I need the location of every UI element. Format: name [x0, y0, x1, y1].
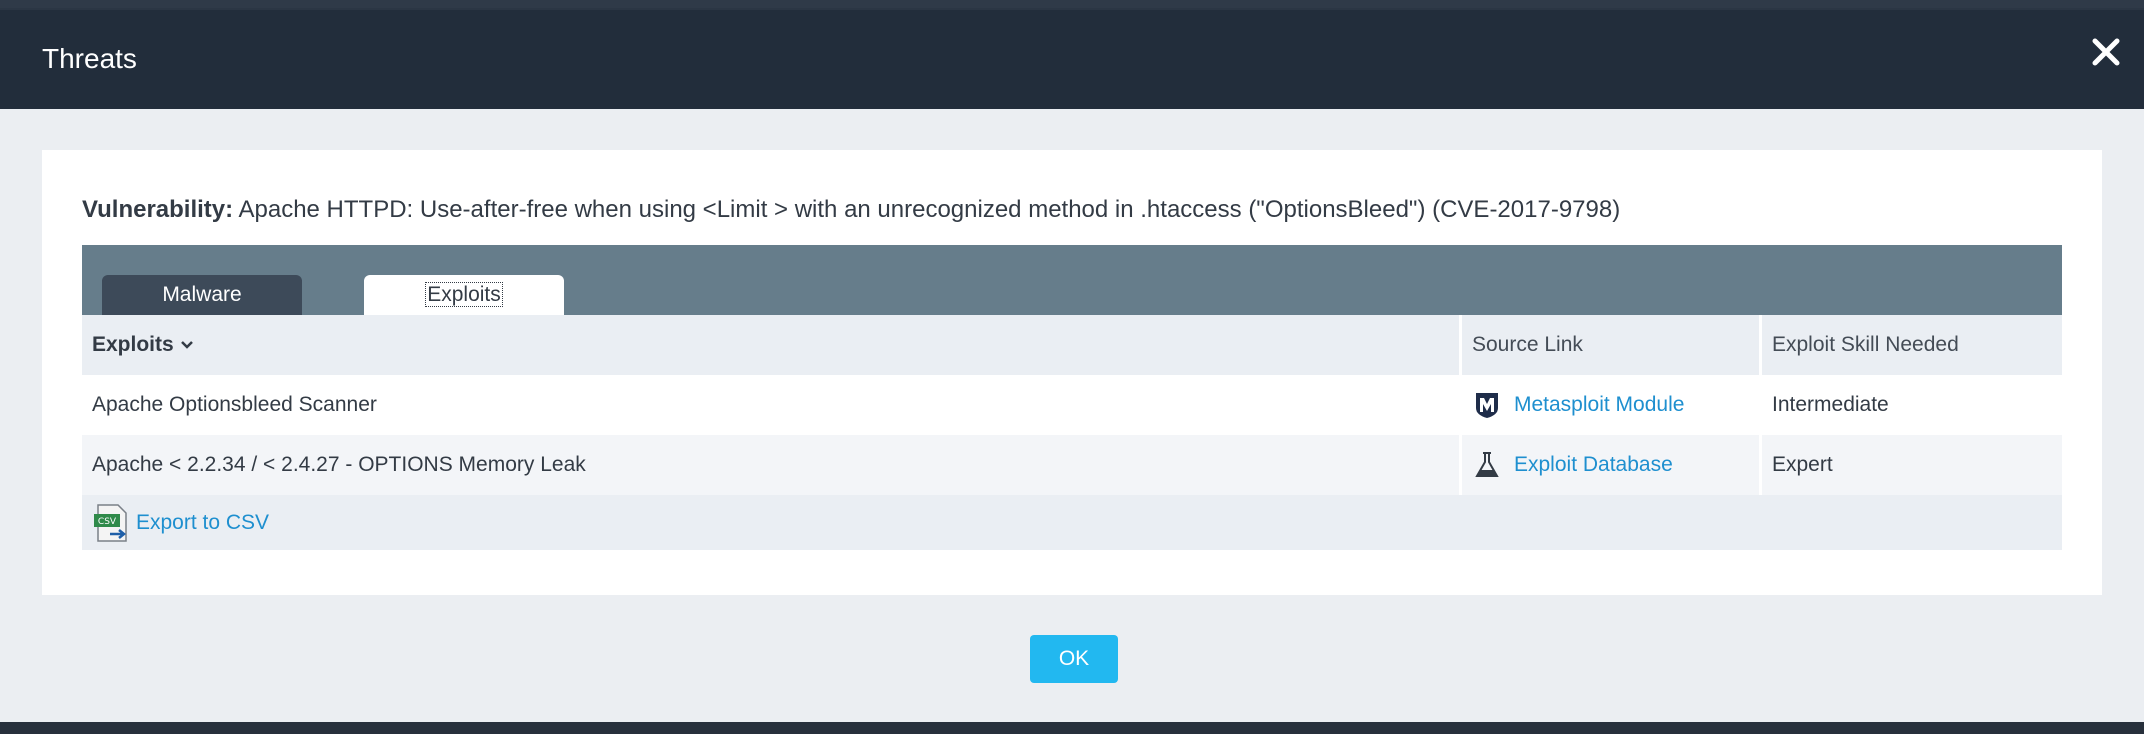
column-header-exploits[interactable]: Exploits [82, 315, 1462, 375]
column-header-source-link[interactable]: Source Link [1462, 315, 1762, 375]
column-header-skill[interactable]: Exploit Skill Needed [1762, 315, 2056, 375]
ok-button[interactable]: OK [1030, 635, 1118, 683]
skill-level: Expert [1772, 453, 1833, 476]
table-header: Exploits Source Link Exploit Skill Neede… [82, 315, 2062, 375]
close-icon [2092, 38, 2120, 66]
tab-malware[interactable]: Malware [102, 275, 302, 315]
table-row: Apache < 2.2.34 / < 2.4.27 - OPTIONS Mem… [82, 435, 2062, 495]
vulnerability-line: Vulnerability: Apache HTTPD: Use-after-f… [82, 193, 1620, 227]
exploits-table: Exploits Source Link Exploit Skill Neede… [82, 315, 2062, 550]
source-link-cell: Exploit Database [1462, 435, 1762, 495]
csv-file-icon: CSV [94, 503, 127, 542]
table-row: Apache Optionsbleed Scanner Metasploit M… [82, 375, 2062, 435]
exploit-db-icon [1475, 452, 1499, 477]
table-footer: CSV Export to CSV [82, 495, 2062, 550]
skill-level: Intermediate [1772, 393, 1889, 416]
content-panel: Vulnerability: Apache HTTPD: Use-after-f… [42, 150, 2102, 595]
dialog-title: Threats [42, 43, 137, 74]
exploit-database-link[interactable]: Exploit Database [1514, 453, 1673, 477]
background-bottom [0, 722, 2144, 734]
tab-bar: Malware Exploits [82, 245, 2062, 315]
tab-exploits-label: Exploits [425, 282, 503, 307]
dialog-header: Threats [0, 10, 2144, 109]
chevron-down-icon [180, 341, 193, 349]
threats-dialog: Threats Vulnerability: Apache HTTPD: Use… [0, 10, 2144, 722]
exploit-name: Apache Optionsbleed Scanner [82, 375, 1462, 435]
source-link-cell: Metasploit Module [1462, 375, 1762, 435]
export-csv-link[interactable]: Export to CSV [136, 511, 269, 535]
vulnerability-text: Apache HTTPD: Use-after-free when using … [238, 196, 1621, 223]
close-button[interactable] [2086, 32, 2126, 72]
svg-text:CSV: CSV [98, 517, 117, 527]
metasploit-icon [1476, 393, 1498, 418]
metasploit-module-link[interactable]: Metasploit Module [1514, 393, 1684, 417]
exploit-name: Apache < 2.2.34 / < 2.4.27 - OPTIONS Mem… [82, 435, 1462, 495]
vulnerability-label: Vulnerability: [82, 196, 234, 223]
tab-exploits[interactable]: Exploits [364, 275, 564, 315]
background-top [0, 0, 2144, 8]
